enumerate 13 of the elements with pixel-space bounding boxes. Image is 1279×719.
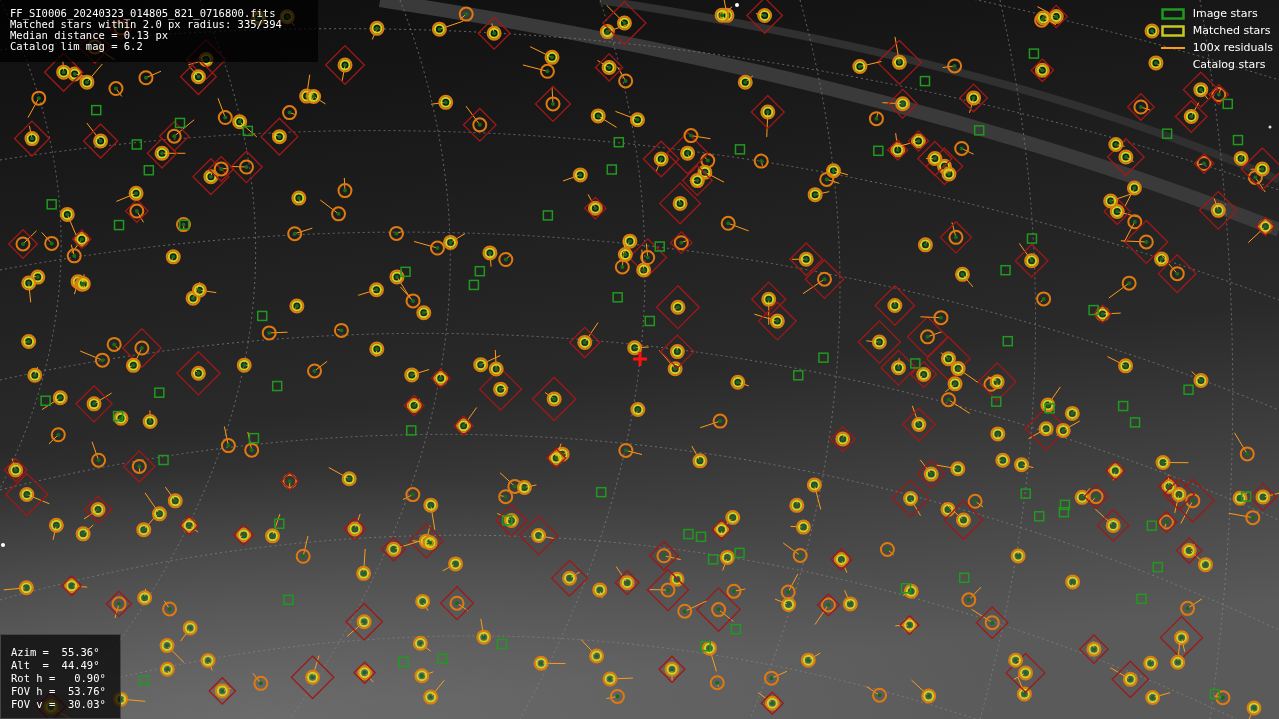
pointing-text: FOV v = 30.03°	[11, 699, 107, 710]
legend-label: Image stars	[1192, 7, 1258, 20]
legend-label: Matched stars	[1192, 24, 1271, 37]
info-text: Catalog lim mag = 6.2	[10, 41, 144, 52]
pointing-text: FOV h = 53.76°	[11, 686, 107, 697]
legend-label: Catalog stars	[1192, 58, 1266, 71]
info-text: FF_SI0006_20240323_014805_821_0716800.fits	[10, 8, 276, 19]
info-text: Matched stars within 2.0 px radius: 335/394	[10, 19, 283, 30]
pointing-text: Alt = 44.49°	[11, 660, 101, 671]
info-text: Median distance = 0.13 px	[10, 30, 169, 41]
pointing-text: Rot h = 0.90°	[11, 673, 107, 684]
pointing-text: Azim = 55.36°	[11, 647, 101, 658]
legend-label: 100x residuals	[1192, 41, 1273, 54]
